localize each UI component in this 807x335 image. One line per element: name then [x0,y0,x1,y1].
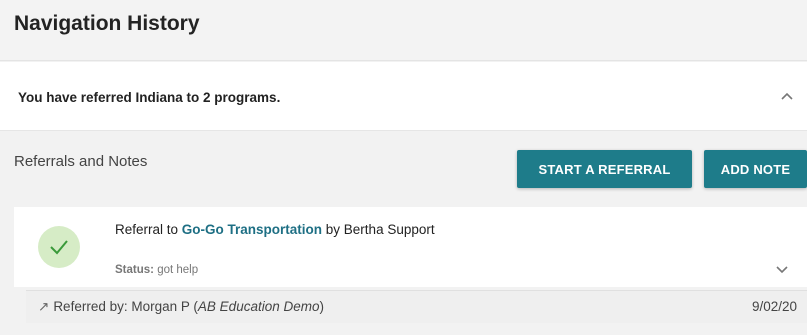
status-label: Status: [115,264,154,276]
referred-by-org: AB Education Demo [197,299,320,314]
chevron-up-icon[interactable] [779,90,795,102]
referral-title: Referral to Go-Go Transportation by Bert… [115,222,435,237]
status-badge [38,226,80,268]
referred-by-name: Morgan P [131,299,190,314]
chevron-down-icon[interactable] [775,265,789,275]
referral-title-prefix: Referral to [115,222,182,237]
referral-status: Status: got help [115,264,198,276]
referrer-name: Bertha Support [343,222,435,237]
referral-card[interactable]: Referral to Go-Go Transportation by Bert… [14,207,807,287]
page-header: Navigation History [0,0,807,61]
check-icon [50,240,68,255]
section-title: Referrals and Notes [14,153,148,170]
add-note-button[interactable]: ADD NOTE [704,150,807,188]
status-value: got help [157,264,199,276]
start-referral-button[interactable]: START A REFERRAL [517,150,692,188]
referral-date: 9/02/20 [751,299,797,314]
arrow-up-right-icon: ↗ [38,299,50,314]
referred-by-info: ↗ Referred by: Morgan P (AB Education Dem… [38,299,324,314]
referral-summary-text: You have referred Indiana to 2 programs. [18,90,281,105]
program-link[interactable]: Go-Go Transportation [182,222,322,237]
referral-summary-bar[interactable]: You have referred Indiana to 2 programs. [0,62,807,131]
referral-title-middle: by [322,222,344,237]
referred-by-label: Referred by: [53,299,128,314]
page-title: Navigation History [14,12,200,35]
navigation-history-page: Navigation History You have referred Ind… [0,0,807,335]
referred-by-row: ↗ Referred by: Morgan P (AB Education Dem… [26,290,807,323]
